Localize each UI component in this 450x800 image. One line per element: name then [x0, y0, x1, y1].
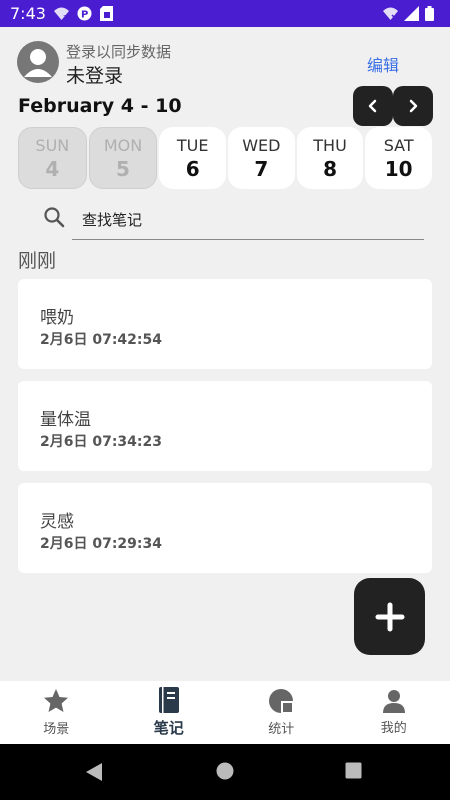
tab-statistics[interactable]: 统计: [225, 681, 338, 744]
day-name: SAT: [383, 135, 414, 155]
day-tue[interactable]: TUE 6: [159, 127, 227, 189]
login-status[interactable]: 未登录: [66, 61, 123, 88]
sim-icon: [100, 6, 115, 21]
note-time: 2月6日 07:34:23: [40, 434, 163, 450]
status-bar: 7:43 ? P: [0, 0, 450, 27]
day-number: 8: [323, 156, 337, 181]
tab-scene[interactable]: 场景: [0, 681, 113, 744]
note-title: 喂奶: [40, 308, 74, 328]
day-mon[interactable]: MON 5: [88, 127, 158, 189]
bottom-navigation: 场景 笔记 统计 我的: [0, 681, 450, 744]
day-name: TUE: [176, 135, 209, 155]
day-wed[interactable]: WED 7: [228, 127, 295, 189]
recents-icon[interactable]: [345, 762, 362, 783]
note-title: 灵感: [40, 512, 74, 532]
system-navigation-bar: [0, 744, 450, 800]
next-week-button[interactable]: [393, 86, 433, 126]
status-time: 7:43: [10, 4, 46, 23]
plus-icon: [375, 602, 404, 631]
p-icon: P: [77, 6, 92, 21]
day-number: 5: [116, 156, 130, 181]
tab-label: 我的: [380, 721, 407, 736]
login-subtitle[interactable]: 登录以同步数据: [66, 41, 171, 62]
week-range-title: February 4 - 10: [18, 95, 182, 117]
back-icon[interactable]: [85, 762, 103, 786]
previous-week-button[interactable]: [353, 86, 393, 126]
notebook-icon: [158, 687, 179, 713]
star-icon: [44, 689, 69, 712]
day-number: 7: [254, 156, 269, 181]
tab-mine[interactable]: 我的: [338, 681, 450, 744]
note-time: 2月6日 07:42:54: [40, 332, 163, 348]
section-title: 刚刚: [18, 250, 57, 272]
note-card[interactable]: 喂奶 2月6日 07:42:54: [18, 279, 432, 369]
svg-text:P: P: [81, 10, 88, 21]
note-title: 量体温: [40, 410, 91, 430]
day-thu[interactable]: THU 8: [296, 127, 364, 189]
day-sun[interactable]: SUN 4: [18, 127, 87, 189]
day-name: MON: [103, 135, 143, 155]
day-number: 10: [384, 156, 413, 181]
tab-notes[interactable]: 笔记: [113, 681, 226, 744]
avatar-person-icon: [24, 49, 52, 77]
search-input[interactable]: [72, 200, 424, 240]
wifi-question-icon: ?: [54, 6, 69, 22]
day-name: THU: [313, 135, 347, 155]
svg-text:?: ?: [63, 14, 67, 21]
tab-label: 统计: [268, 722, 295, 737]
note-card[interactable]: 灵感 2月6日 07:29:34: [18, 483, 432, 573]
tab-label: 笔记: [153, 719, 184, 737]
edit-button[interactable]: 编辑: [367, 52, 399, 76]
day-selector: SUN 4 MON 5 TUE 6 WED 7 THU 8 SAT 10: [18, 127, 433, 189]
avatar[interactable]: [17, 41, 59, 83]
tab-label: 场景: [43, 722, 70, 737]
day-sat[interactable]: SAT 10: [365, 127, 433, 189]
person-icon: [382, 690, 405, 713]
day-name: WED: [242, 135, 281, 155]
chevron-left-icon: [368, 99, 377, 113]
note-card[interactable]: 量体温 2月6日 07:34:23: [18, 381, 432, 471]
day-number: 6: [185, 156, 200, 181]
battery-icon: [425, 6, 440, 21]
signal-icon: [404, 6, 419, 21]
home-icon[interactable]: [216, 762, 234, 784]
day-number: 4: [45, 156, 60, 181]
day-name: SUN: [35, 135, 70, 155]
pie-chart-icon: [269, 689, 294, 713]
chevron-right-icon: [409, 99, 418, 113]
add-note-button[interactable]: [354, 578, 425, 655]
search-icon: [42, 205, 66, 229]
wifi-off-icon: [383, 6, 398, 21]
note-time: 2月6日 07:29:34: [40, 536, 163, 552]
